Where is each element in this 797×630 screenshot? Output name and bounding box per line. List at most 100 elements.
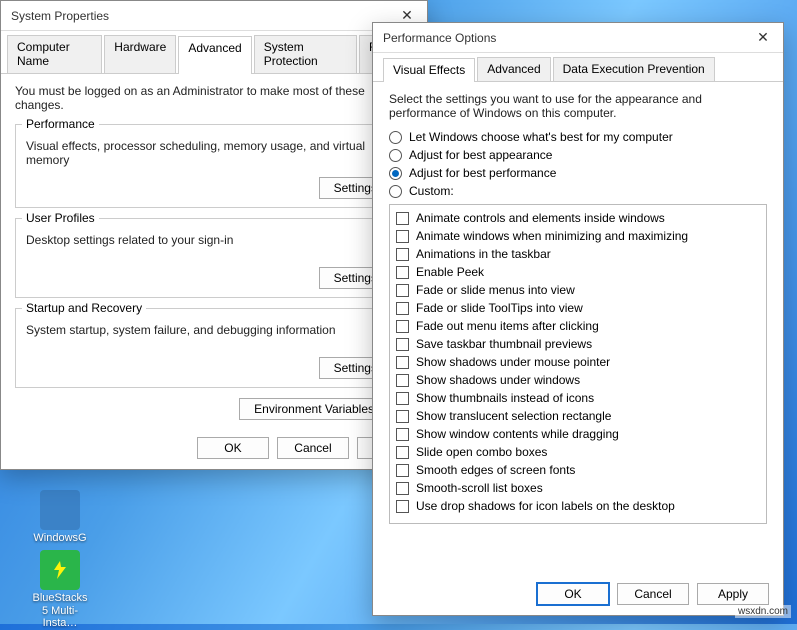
desktop-icon-bluestacks[interactable]: BlueStacks 5 Multi-Insta… — [28, 550, 92, 630]
group-performance: Performance Visual effects, processor sc… — [15, 124, 413, 208]
radio-label: Adjust for best performance — [409, 166, 556, 180]
group-title: Performance — [22, 117, 99, 131]
radio-best-performance[interactable]: Adjust for best performance — [389, 166, 767, 180]
visual-effect-item[interactable]: Animate windows when minimizing and maxi… — [396, 227, 760, 245]
checkbox-icon — [396, 248, 409, 261]
checkbox-icon — [396, 230, 409, 243]
tab-computer-name[interactable]: Computer Name — [7, 35, 102, 73]
radio-custom[interactable]: Custom: — [389, 184, 767, 198]
titlebar[interactable]: Performance Options ✕ — [373, 23, 783, 53]
visual-effect-item[interactable]: Animate controls and elements inside win… — [396, 209, 760, 227]
checkbox-icon — [396, 464, 409, 477]
checkbox-label: Show shadows under mouse pointer — [416, 353, 610, 371]
radio-icon — [389, 167, 402, 180]
visual-effect-item[interactable]: Show shadows under windows — [396, 371, 760, 389]
checkbox-icon — [396, 374, 409, 387]
tab-visual-effects[interactable]: Visual Effects — [383, 58, 475, 82]
tab-strip: Visual Effects Advanced Data Execution P… — [373, 53, 783, 82]
checkbox-label: Show shadows under windows — [416, 371, 580, 389]
visual-effect-item[interactable]: Animations in the taskbar — [396, 245, 760, 263]
checkbox-icon — [396, 482, 409, 495]
app-icon — [40, 490, 80, 530]
group-title: Startup and Recovery — [22, 301, 146, 315]
radio-icon — [389, 131, 402, 144]
visual-effect-item[interactable]: Smooth edges of screen fonts — [396, 461, 760, 479]
watermark: wsxdn.com — [735, 605, 791, 618]
cancel-button[interactable]: Cancel — [277, 437, 349, 459]
checkbox-icon — [396, 410, 409, 423]
checkbox-icon — [396, 446, 409, 459]
radio-icon — [389, 149, 402, 162]
app-icon — [40, 550, 80, 590]
visual-effect-item[interactable]: Show shadows under mouse pointer — [396, 353, 760, 371]
checkbox-label: Save taskbar thumbnail previews — [416, 335, 592, 353]
window-title: Performance Options — [383, 31, 496, 45]
checkbox-label: Animate controls and elements inside win… — [416, 209, 665, 227]
checkbox-label: Fade or slide menus into view — [416, 281, 575, 299]
apply-button[interactable]: Apply — [697, 583, 769, 605]
desktop-icon-windowsg[interactable]: WindowsG… — [28, 490, 92, 557]
group-startup-recovery: Startup and Recovery System startup, sys… — [15, 308, 413, 388]
titlebar[interactable]: System Properties ✕ — [1, 1, 427, 31]
group-desc: Visual effects, processor scheduling, me… — [26, 139, 402, 167]
group-desc: System startup, system failure, and debu… — [26, 323, 402, 337]
cancel-button[interactable]: Cancel — [617, 583, 689, 605]
visual-effect-item[interactable]: Show translucent selection rectangle — [396, 407, 760, 425]
ok-button[interactable]: OK — [537, 583, 609, 605]
checkbox-icon — [396, 428, 409, 441]
visual-effect-item[interactable]: Smooth-scroll list boxes — [396, 479, 760, 497]
group-desc: Desktop settings related to your sign-in — [26, 233, 402, 247]
tab-dep[interactable]: Data Execution Prevention — [553, 57, 715, 81]
visual-effect-item[interactable]: Show window contents while dragging — [396, 425, 760, 443]
checkbox-label: Fade or slide ToolTips into view — [416, 299, 583, 317]
group-user-profiles: User Profiles Desktop settings related t… — [15, 218, 413, 298]
visual-effect-item[interactable]: Use drop shadows for icon labels on the … — [396, 497, 760, 515]
visual-effect-item[interactable]: Slide open combo boxes — [396, 443, 760, 461]
tab-hardware[interactable]: Hardware — [104, 35, 176, 73]
checkbox-label: Show window contents while dragging — [416, 425, 619, 443]
checkbox-label: Show thumbnails instead of icons — [416, 389, 594, 407]
close-icon[interactable]: ✕ — [749, 29, 777, 46]
checkbox-label: Smooth edges of screen fonts — [416, 461, 575, 479]
admin-note: You must be logged on as an Administrato… — [15, 84, 413, 112]
checkbox-label: Show translucent selection rectangle — [416, 407, 611, 425]
checkbox-icon — [396, 320, 409, 333]
visual-effect-item[interactable]: Enable Peek — [396, 263, 760, 281]
radio-best-appearance[interactable]: Adjust for best appearance — [389, 148, 767, 162]
icon-label: BlueStacks 5 Multi-Insta… — [28, 592, 92, 630]
tab-advanced[interactable]: Advanced — [477, 57, 550, 81]
checkbox-label: Enable Peek — [416, 263, 484, 281]
visual-effect-item[interactable]: Save taskbar thumbnail previews — [396, 335, 760, 353]
performance-options-window: Performance Options ✕ Visual Effects Adv… — [372, 22, 784, 616]
checkbox-icon — [396, 356, 409, 369]
radio-let-windows-choose[interactable]: Let Windows choose what's best for my co… — [389, 130, 767, 144]
checkbox-icon — [396, 302, 409, 315]
visual-effect-item[interactable]: Show thumbnails instead of icons — [396, 389, 760, 407]
checkbox-icon — [396, 212, 409, 225]
tab-strip: Computer Name Hardware Advanced System P… — [1, 31, 427, 74]
checkbox-icon — [396, 338, 409, 351]
checkbox-label: Smooth-scroll list boxes — [416, 479, 543, 497]
checkbox-icon — [396, 392, 409, 405]
visual-effects-list[interactable]: Animate controls and elements inside win… — [389, 204, 767, 524]
group-title: User Profiles — [22, 211, 99, 225]
system-properties-window: System Properties ✕ Computer Name Hardwa… — [0, 0, 428, 470]
tab-advanced[interactable]: Advanced — [178, 36, 251, 74]
ok-button[interactable]: OK — [197, 437, 269, 459]
visual-effect-item[interactable]: Fade out menu items after clicking — [396, 317, 760, 335]
checkbox-label: Animate windows when minimizing and maxi… — [416, 227, 688, 245]
tab-system-protection[interactable]: System Protection — [254, 35, 357, 73]
visual-effect-item[interactable]: Fade or slide ToolTips into view — [396, 299, 760, 317]
checkbox-icon — [396, 266, 409, 279]
checkbox-label: Slide open combo boxes — [416, 443, 547, 461]
radio-label: Let Windows choose what's best for my co… — [409, 130, 673, 144]
intro-text: Select the settings you want to use for … — [389, 92, 767, 120]
checkbox-label: Animations in the taskbar — [416, 245, 551, 263]
visual-effect-item[interactable]: Fade or slide menus into view — [396, 281, 760, 299]
radio-icon — [389, 185, 402, 198]
window-title: System Properties — [11, 9, 109, 23]
checkbox-label: Use drop shadows for icon labels on the … — [416, 497, 675, 515]
checkbox-icon — [396, 284, 409, 297]
checkbox-icon — [396, 500, 409, 513]
radio-label: Custom: — [409, 184, 454, 198]
